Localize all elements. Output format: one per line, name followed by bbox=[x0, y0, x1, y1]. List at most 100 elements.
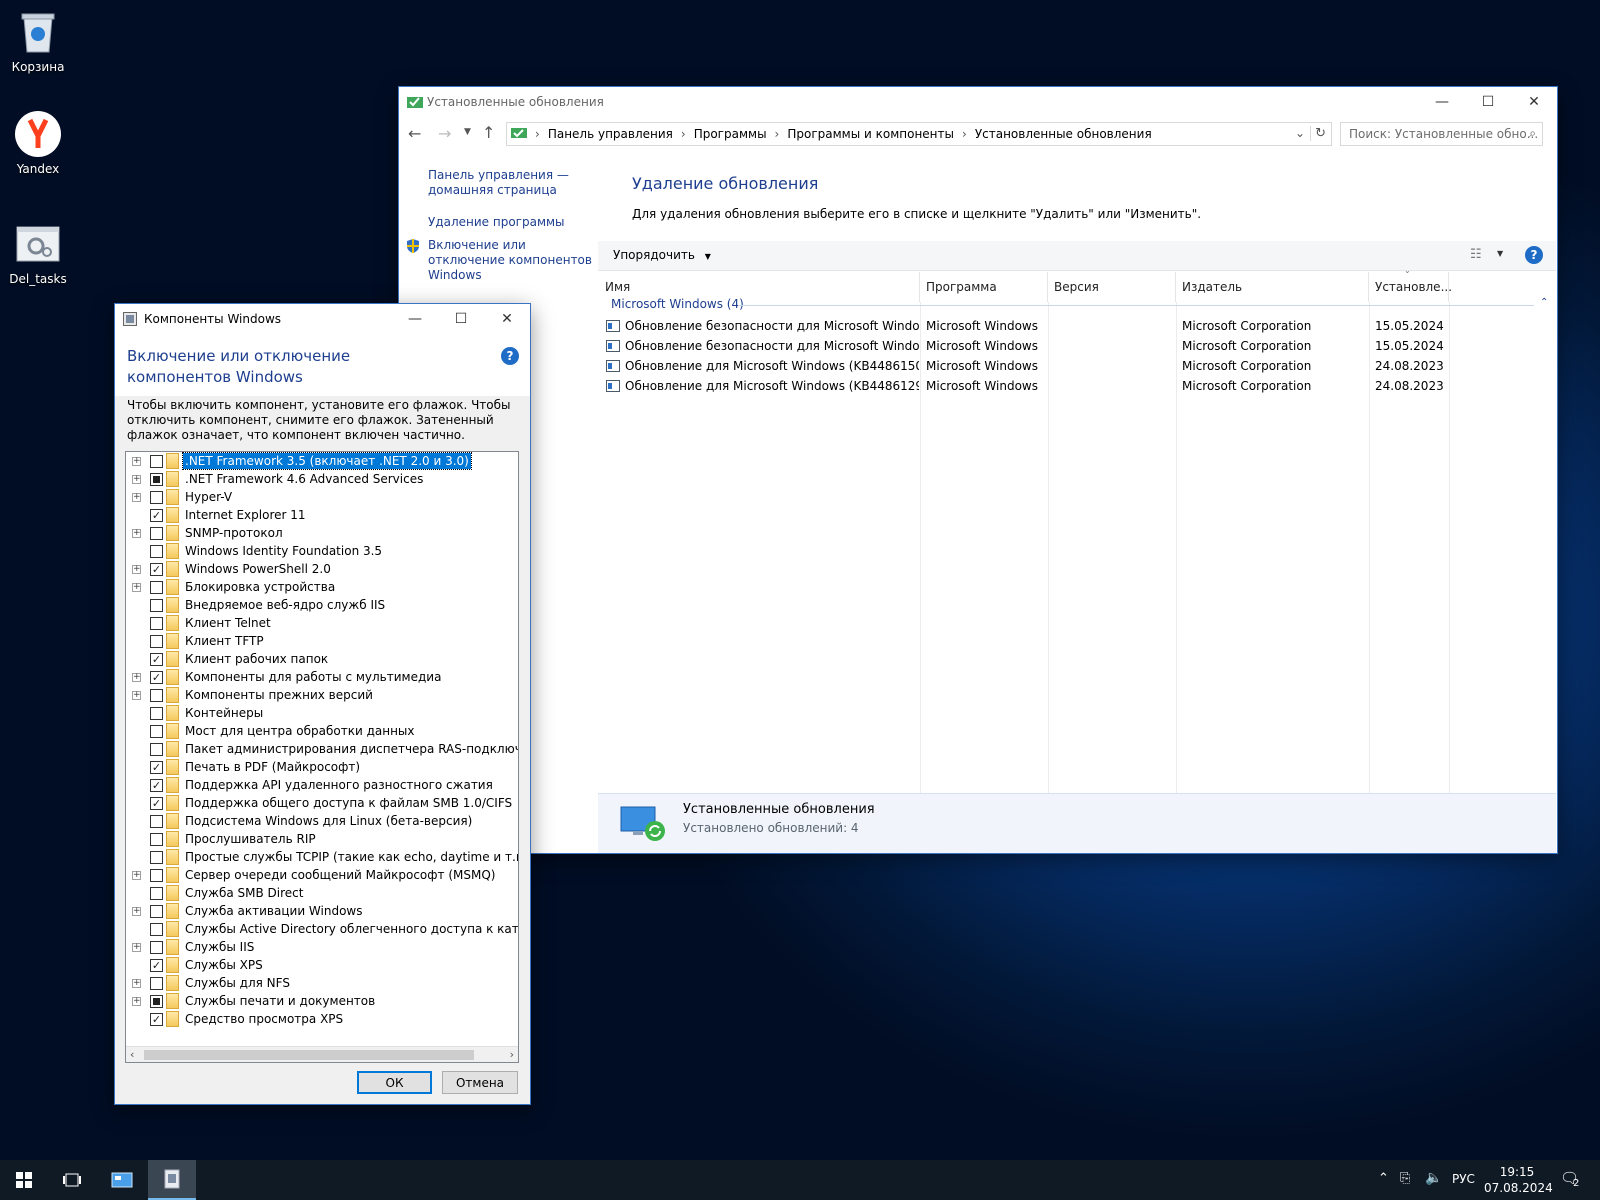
expand-plus-icon[interactable]: + bbox=[132, 996, 141, 1006]
expand-plus-icon[interactable]: + bbox=[132, 492, 141, 502]
scroll-right-icon[interactable]: › bbox=[510, 1048, 514, 1061]
forward-arrow-icon[interactable]: → bbox=[438, 124, 451, 143]
feature-checkbox[interactable] bbox=[150, 724, 163, 738]
feature-item[interactable]: Клиент Telnet bbox=[126, 614, 518, 632]
feature-checkbox[interactable]: ✓ bbox=[150, 958, 163, 972]
breadcrumb-item[interactable]: Панель управления bbox=[548, 127, 673, 141]
breadcrumb-item[interactable]: Программы bbox=[694, 127, 767, 141]
expand-plus-icon[interactable]: + bbox=[132, 582, 141, 592]
task-view-button[interactable] bbox=[48, 1160, 96, 1200]
feature-item[interactable]: + Блокировка устройства bbox=[126, 578, 518, 596]
start-button[interactable] bbox=[0, 1160, 48, 1200]
feature-checkbox[interactable] bbox=[150, 454, 163, 468]
scrollbar-thumb[interactable] bbox=[144, 1050, 474, 1060]
expand-plus-icon[interactable]: + bbox=[132, 942, 141, 952]
feature-item[interactable]: Подсистема Windows для Linux (бета-верси… bbox=[126, 812, 518, 830]
collapse-group-icon[interactable]: ⌃ bbox=[1540, 297, 1548, 308]
breadcrumb-item[interactable]: Программы и компоненты bbox=[787, 127, 954, 141]
feature-checkbox[interactable] bbox=[150, 814, 163, 828]
feature-item[interactable]: + .NET Framework 3.5 (включает .NET 2.0 и… bbox=[126, 452, 518, 470]
feature-checkbox[interactable]: ✓ bbox=[150, 562, 163, 576]
feature-checkbox[interactable] bbox=[150, 706, 163, 720]
feature-checkbox[interactable] bbox=[150, 580, 163, 594]
feature-checkbox[interactable]: ✓ bbox=[150, 760, 163, 774]
cancel-button[interactable]: Отмена bbox=[442, 1071, 518, 1094]
taskbar-control-panel[interactable] bbox=[98, 1160, 146, 1200]
feature-checkbox[interactable]: ✓ bbox=[150, 796, 163, 810]
feature-checkbox[interactable] bbox=[150, 868, 163, 882]
feature-item[interactable]: + ✓ Windows PowerShell 2.0 bbox=[126, 560, 518, 578]
feature-checkbox[interactable] bbox=[150, 832, 163, 846]
feature-item[interactable]: + Hyper-V bbox=[126, 488, 518, 506]
feature-item[interactable]: + Служба активации Windows bbox=[126, 902, 518, 920]
feature-checkbox[interactable]: ✓ bbox=[150, 1012, 163, 1026]
feature-item[interactable]: Служба SMB Direct bbox=[126, 884, 518, 902]
feature-item[interactable]: ✓ Поддержка общего доступа к файлам SMB 1… bbox=[126, 794, 518, 812]
help-icon[interactable]: ? bbox=[501, 347, 519, 365]
minimize-button[interactable]: — bbox=[1419, 87, 1465, 117]
column-header-installed[interactable]: Установле... bbox=[1369, 272, 1452, 302]
back-arrow-icon[interactable]: ← bbox=[408, 124, 421, 143]
view-details-icon[interactable]: ☷ bbox=[1470, 247, 1482, 262]
maximize-button[interactable]: ☐ bbox=[1465, 87, 1511, 117]
close-button[interactable]: ✕ bbox=[1511, 87, 1557, 117]
feature-checkbox[interactable] bbox=[150, 634, 163, 648]
input-language[interactable]: РУС bbox=[1452, 1172, 1475, 1186]
refresh-icon[interactable]: ↻ bbox=[1310, 126, 1326, 141]
network-icon[interactable]: ⎘ bbox=[1400, 1171, 1410, 1186]
feature-checkbox[interactable]: ✓ bbox=[150, 652, 163, 666]
ok-button[interactable]: ОК bbox=[357, 1071, 432, 1094]
feature-checkbox[interactable] bbox=[150, 526, 163, 540]
feature-item[interactable]: ✓ Internet Explorer 11 bbox=[126, 506, 518, 524]
minimize-button[interactable]: — bbox=[392, 304, 438, 334]
taskbar-windows-features[interactable] bbox=[148, 1160, 196, 1200]
feature-item[interactable]: ✓ Поддержка API удаленного разностного сж… bbox=[126, 776, 518, 794]
feature-item[interactable]: + ✓ Компоненты для работы с мультимедиа bbox=[126, 668, 518, 686]
recent-locations-chevron-icon[interactable]: ▼ bbox=[464, 127, 471, 137]
expand-plus-icon[interactable]: + bbox=[132, 456, 141, 466]
column-header-publisher[interactable]: Издатель bbox=[1176, 272, 1369, 302]
expand-plus-icon[interactable]: + bbox=[132, 672, 141, 682]
desktop-icon-recycle-bin[interactable]: Корзина bbox=[0, 8, 76, 74]
column-header-version[interactable]: Версия bbox=[1048, 272, 1176, 302]
features-tree[interactable]: + .NET Framework 3.5 (включает .NET 2.0 и… bbox=[125, 451, 519, 1063]
table-row[interactable]: Обновление безопасности для Microsoft Wi… bbox=[606, 336, 1546, 356]
expand-plus-icon[interactable]: + bbox=[132, 528, 141, 538]
feature-item[interactable]: + SNMP-протокол bbox=[126, 524, 518, 542]
feature-item[interactable]: + Сервер очереди сообщений Майкрософт (MS… bbox=[126, 866, 518, 884]
feature-checkbox[interactable] bbox=[150, 904, 163, 918]
feature-item[interactable]: Простые службы TCPIP (такие как echo, da… bbox=[126, 848, 518, 866]
feature-item[interactable]: ✓ Клиент рабочих папок bbox=[126, 650, 518, 668]
feature-checkbox[interactable] bbox=[150, 490, 163, 504]
feature-checkbox[interactable]: ✓ bbox=[150, 670, 163, 684]
feature-checkbox[interactable] bbox=[150, 976, 163, 990]
feature-checkbox[interactable] bbox=[150, 688, 163, 702]
group-header[interactable]: Microsoft Windows (4) bbox=[611, 297, 744, 311]
table-row[interactable]: Обновление для Microsoft Windows (KB4486… bbox=[606, 376, 1546, 396]
feature-checkbox[interactable]: ✓ bbox=[150, 508, 163, 522]
feature-item[interactable]: + .NET Framework 4.6 Advanced Services bbox=[126, 470, 518, 488]
table-row[interactable]: Обновление безопасности для Microsoft Wi… bbox=[606, 316, 1546, 336]
feature-item[interactable]: Прослушиватель RIP bbox=[126, 830, 518, 848]
expand-plus-icon[interactable]: + bbox=[132, 474, 141, 484]
address-dropdown-icon[interactable]: ⌄ bbox=[1295, 126, 1305, 140]
feature-item[interactable]: ✓ Печать в PDF (Майкрософт) bbox=[126, 758, 518, 776]
feature-checkbox[interactable] bbox=[150, 472, 163, 486]
breadcrumb-item[interactable]: Установленные обновления bbox=[975, 127, 1152, 141]
feature-item[interactable]: Пакет администрирования диспетчера RAS-п… bbox=[126, 740, 518, 758]
help-icon[interactable]: ? bbox=[1525, 246, 1543, 264]
expand-plus-icon[interactable]: + bbox=[132, 690, 141, 700]
feature-checkbox[interactable]: ✓ bbox=[150, 778, 163, 792]
feature-checkbox[interactable] bbox=[150, 886, 163, 900]
expand-plus-icon[interactable]: + bbox=[132, 906, 141, 916]
expand-plus-icon[interactable]: + bbox=[132, 978, 141, 988]
feature-item[interactable]: Контейнеры bbox=[126, 704, 518, 722]
table-row[interactable]: Обновление для Microsoft Windows (KB4486… bbox=[606, 356, 1546, 376]
feature-item[interactable]: Windows Identity Foundation 3.5 bbox=[126, 542, 518, 560]
feature-item[interactable]: + Службы печати и документов bbox=[126, 992, 518, 1010]
search-input[interactable]: Поиск: Установленные обно... ⌕ bbox=[1340, 122, 1543, 146]
feature-checkbox[interactable] bbox=[150, 940, 163, 954]
horizontal-scrollbar[interactable]: ‹ › bbox=[126, 1046, 518, 1062]
expand-plus-icon[interactable]: + bbox=[132, 564, 141, 574]
feature-checkbox[interactable] bbox=[150, 922, 163, 936]
